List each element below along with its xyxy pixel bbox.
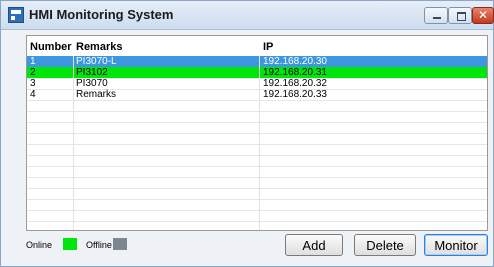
column-header-remarks[interactable]: Remarks: [76, 41, 122, 53]
cell-number: 3: [30, 78, 36, 89]
cell-remarks: Remarks: [76, 89, 117, 100]
cell-ip: 192.168.20.30: [263, 56, 327, 67]
delete-button[interactable]: Delete: [354, 234, 416, 256]
cell-ip: 192.168.20.32: [263, 78, 327, 89]
hmi-app-icon: [8, 7, 24, 23]
cell-ip: 192.168.20.33: [263, 89, 327, 100]
column-header-ip[interactable]: IP: [263, 41, 273, 53]
legend-offline-label: Offline: [86, 240, 112, 250]
title-bar[interactable]: HMI Monitoring System ✕: [1, 1, 494, 30]
column-header-number[interactable]: Number: [30, 41, 72, 53]
empty-table-row[interactable]: [27, 221, 487, 230]
cell-remarks: PI3070-L: [76, 56, 117, 67]
legend-offline-swatch: [113, 238, 127, 250]
column-divider: [73, 56, 74, 230]
monitor-button[interactable]: Monitor: [424, 234, 488, 256]
minimize-icon: [425, 8, 447, 23]
cell-remarks: PI3102: [76, 67, 108, 78]
window-title: HMI Monitoring System: [29, 7, 174, 22]
legend-online-swatch: [63, 238, 77, 250]
close-icon: ✕: [477, 8, 489, 22]
minimize-button[interactable]: [424, 7, 448, 24]
maximize-button[interactable]: [448, 7, 472, 24]
column-divider: [259, 56, 260, 230]
cell-number: 1: [30, 56, 36, 67]
cell-remarks: PI3070: [76, 78, 108, 89]
close-button[interactable]: ✕: [472, 7, 494, 24]
cell-number: 2: [30, 67, 36, 78]
cell-number: 4: [30, 89, 36, 100]
maximize-icon: [449, 8, 471, 23]
add-button[interactable]: Add: [285, 234, 343, 256]
table-header: Number Remarks IP: [27, 36, 487, 56]
legend-online-label: Online: [26, 240, 53, 250]
cell-ip: 192.168.20.31: [263, 67, 327, 78]
device-table[interactable]: Number Remarks IP 1 PI3070-L 192.168.20.30…: [26, 35, 488, 231]
